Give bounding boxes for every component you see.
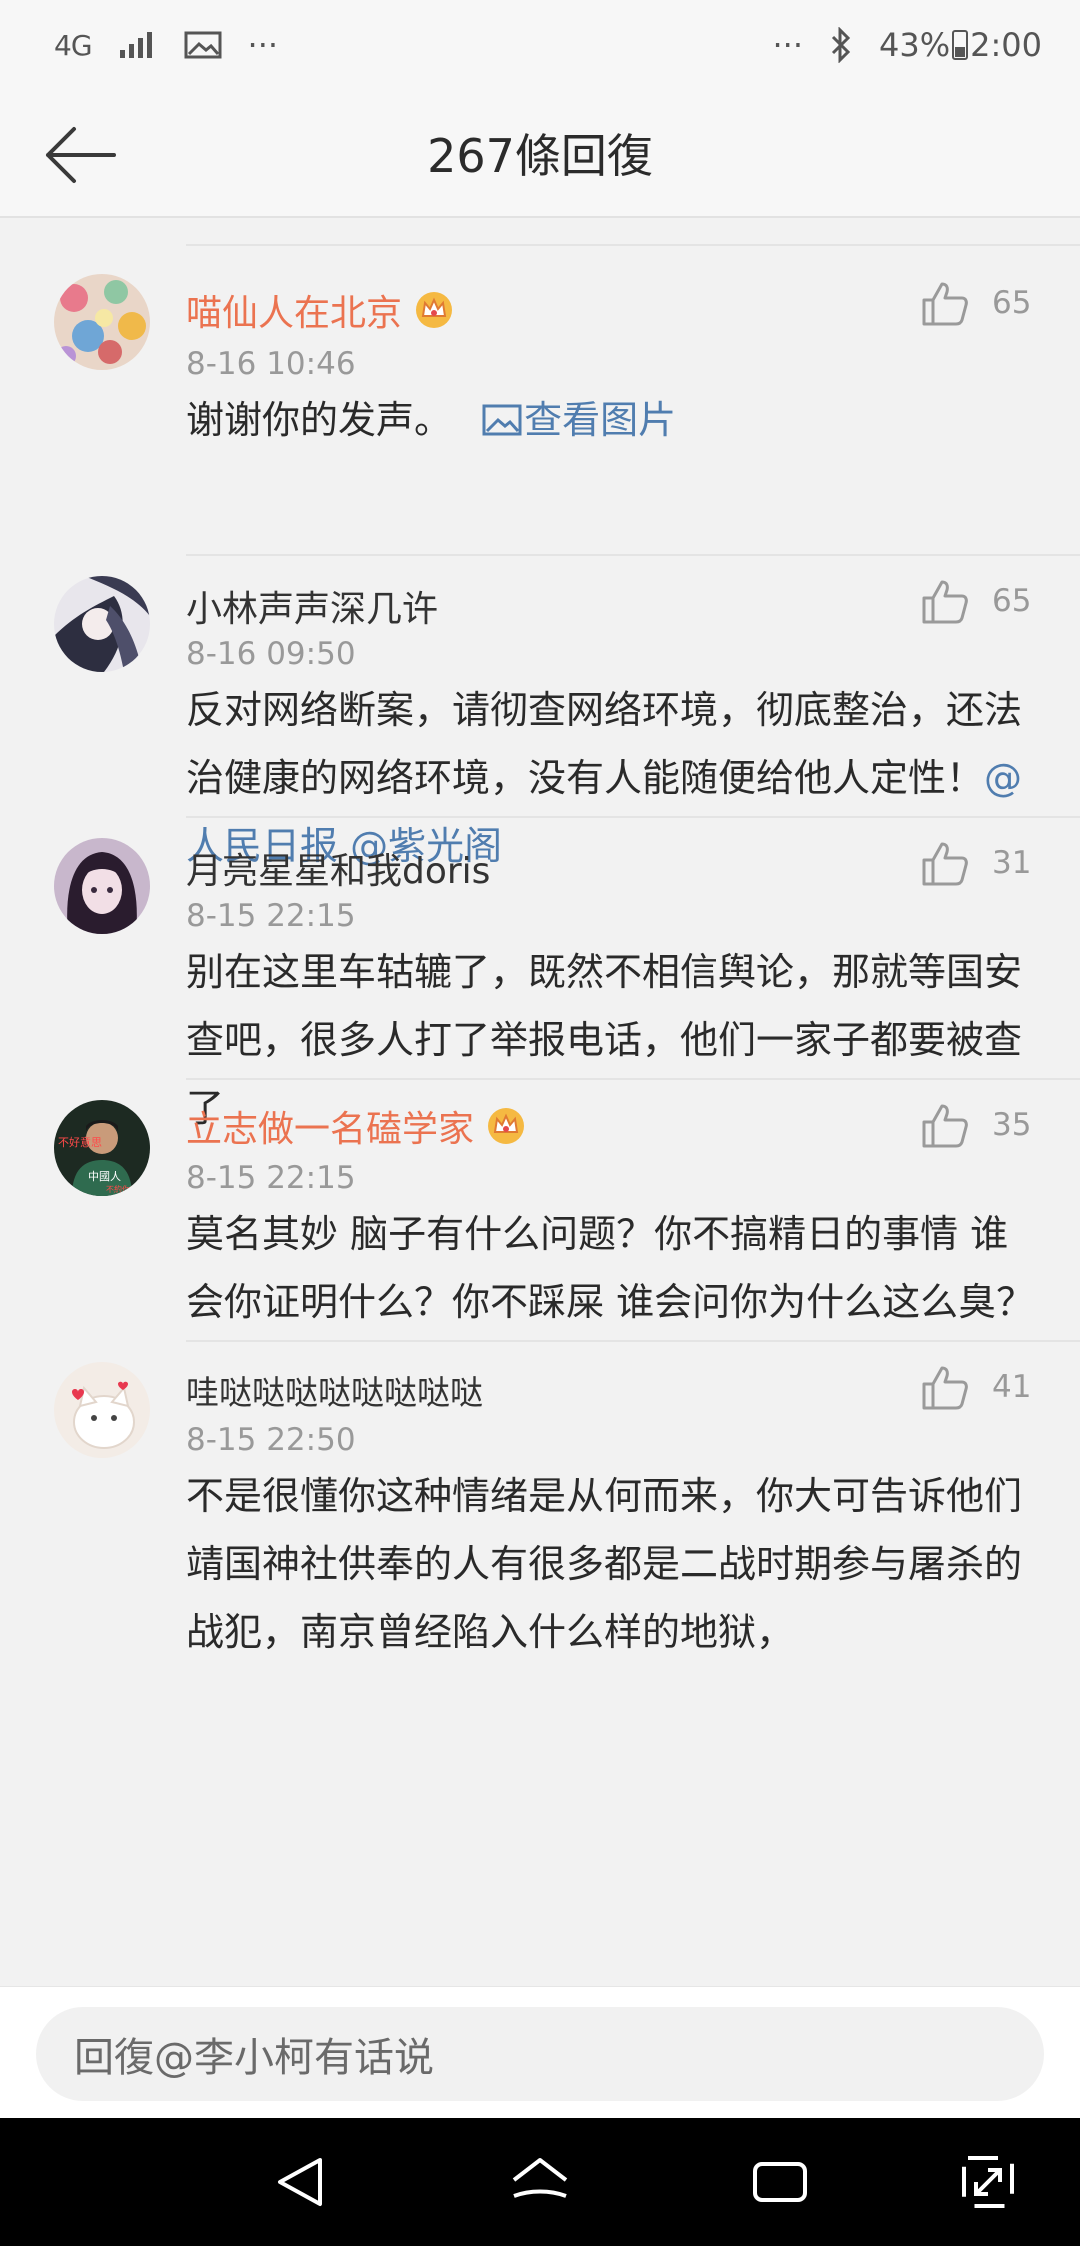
- app-header: 267條回復: [0, 90, 1080, 218]
- comment-time: 8-15 22:50: [186, 1422, 356, 1458]
- like-count: 65: [992, 285, 1032, 321]
- author-name[interactable]: 喵仙人在北京: [186, 284, 402, 336]
- like-count: 65: [992, 583, 1032, 619]
- page-title: 267條回復: [427, 129, 653, 183]
- avatar-caption: 中國人: [88, 1170, 121, 1183]
- like-button[interactable]: 65: [920, 576, 1031, 626]
- comment-author[interactable]: 喵仙人在北京: [186, 284, 456, 336]
- comment-text: 不是很懂你这种情绪是从何而来，你大可告诉他们靖国神社供奉的人有很多都是二战时期参…: [186, 1474, 1023, 1654]
- avatar-caption: 不約你啦: [106, 1184, 138, 1194]
- like-button[interactable]: 31: [920, 838, 1031, 888]
- avatar[interactable]: 不好意思 中國人 不約你啦: [54, 1100, 150, 1196]
- battery-percent: 43%: [879, 26, 951, 64]
- nav-recent-apps-icon[interactable]: [750, 2152, 810, 2212]
- like-button[interactable]: 35: [920, 1100, 1031, 1150]
- avatar-caption: 不好意思: [58, 1135, 102, 1149]
- divider: [186, 816, 1080, 818]
- battery-indicator: 43% 2:00: [879, 26, 1042, 64]
- like-count: 35: [992, 1107, 1032, 1143]
- like-button[interactable]: 65: [920, 278, 1031, 328]
- avatar[interactable]: [54, 576, 150, 672]
- thumbs-up-icon[interactable]: [920, 576, 970, 626]
- comment-list[interactable]: 喵仙人在北京 8-16 10:46 谢谢你的发声。 查看图片 65 小林声声深几…: [0, 218, 1080, 1986]
- vip-crown-icon: [416, 292, 453, 328]
- author-name[interactable]: 小林声声深几许: [186, 580, 438, 632]
- comment-text: 谢谢你的发声。 查看图片: [186, 398, 677, 442]
- thumbs-up-icon[interactable]: [920, 1362, 970, 1412]
- more-status-icon: ···: [772, 26, 804, 64]
- author-name[interactable]: 立志做一名磕学家: [186, 1100, 474, 1152]
- like-count: 41: [992, 1369, 1032, 1405]
- nav-home-icon[interactable]: [510, 2152, 570, 2212]
- nav-expand-icon[interactable]: [958, 2152, 1018, 2212]
- comment-item[interactable]: 喵仙人在北京 8-16 10:46 谢谢你的发声。 查看图片 65: [0, 274, 1080, 542]
- status-bar: 4G ··· ··· 43% 2:00: [0, 0, 1080, 90]
- comment-time: 8-15 22:15: [186, 898, 356, 934]
- comment-item[interactable]: 小林声声深几许 8-16 09:50 反对网络断案，请彻查网络环境，彻底整治，还…: [0, 576, 1080, 868]
- like-count: 31: [992, 845, 1032, 881]
- divider: [186, 554, 1080, 556]
- network-type: 4G: [54, 28, 93, 62]
- comment-time: 8-16 09:50: [186, 636, 356, 672]
- thumbs-up-icon[interactable]: [920, 838, 970, 888]
- divider: [186, 1340, 1080, 1342]
- thumbs-up-icon[interactable]: [920, 1100, 970, 1150]
- nav-back-icon[interactable]: [270, 2152, 330, 2212]
- comment-text: 莫名其妙 脑子有什么问题？你不搞精日的事情 谁会你证明什么？你不踩屎 谁会问你为…: [186, 1212, 1035, 1324]
- comment-item[interactable]: 不好意思 中國人 不約你啦 立志做一名磕学家 8-15 22:15 莫名其妙 脑…: [0, 1100, 1080, 1340]
- more-notifications-icon: ···: [247, 26, 279, 64]
- system-nav-bar: [0, 2118, 1080, 2246]
- reply-input[interactable]: 回復@李小柯有话说: [36, 2007, 1044, 2101]
- comment-item[interactable]: 哇哒哒哒哒哒哒哒哒 8-15 22:50 不是很懂你这种情绪是从何而来，你大可告…: [0, 1362, 1080, 1986]
- view-image-link[interactable]: 查看图片: [464, 398, 676, 442]
- divider: [186, 244, 1080, 246]
- vip-crown-icon: [488, 1108, 525, 1144]
- battery-icon: [952, 30, 969, 60]
- comment-author[interactable]: 小林声声深几许: [186, 580, 438, 632]
- author-name[interactable]: 哇哒哒哒哒哒哒哒哒: [186, 1366, 483, 1414]
- back-arrow-icon[interactable]: [40, 120, 120, 190]
- like-button[interactable]: 41: [920, 1362, 1031, 1412]
- image-icon: [482, 404, 522, 436]
- gallery-icon: [184, 31, 222, 59]
- comment-time: 8-16 10:46: [186, 346, 356, 382]
- comment-item[interactable]: 月亮星星和我doris 8-15 22:15 别在这里车轱辘了，既然不相信舆论，…: [0, 838, 1080, 1130]
- reply-bar: 回復@李小柯有话说: [0, 1986, 1080, 2118]
- comment-author[interactable]: 月亮星星和我doris: [186, 842, 490, 894]
- avatar[interactable]: [54, 274, 150, 370]
- clock-time: 2:00: [970, 26, 1042, 64]
- comment-author[interactable]: 立志做一名磕学家: [186, 1100, 528, 1152]
- signal-icon: [119, 32, 152, 58]
- avatar[interactable]: [54, 1362, 150, 1458]
- author-name[interactable]: 月亮星星和我doris: [186, 842, 490, 894]
- divider: [186, 1078, 1080, 1080]
- bluetooth-icon: [831, 27, 851, 63]
- comment-time: 8-15 22:15: [186, 1160, 356, 1196]
- thumbs-up-icon[interactable]: [920, 278, 970, 328]
- comment-author[interactable]: 哇哒哒哒哒哒哒哒哒: [186, 1366, 483, 1414]
- avatar[interactable]: [54, 838, 150, 934]
- view-image-label[interactable]: 查看图片: [524, 398, 676, 442]
